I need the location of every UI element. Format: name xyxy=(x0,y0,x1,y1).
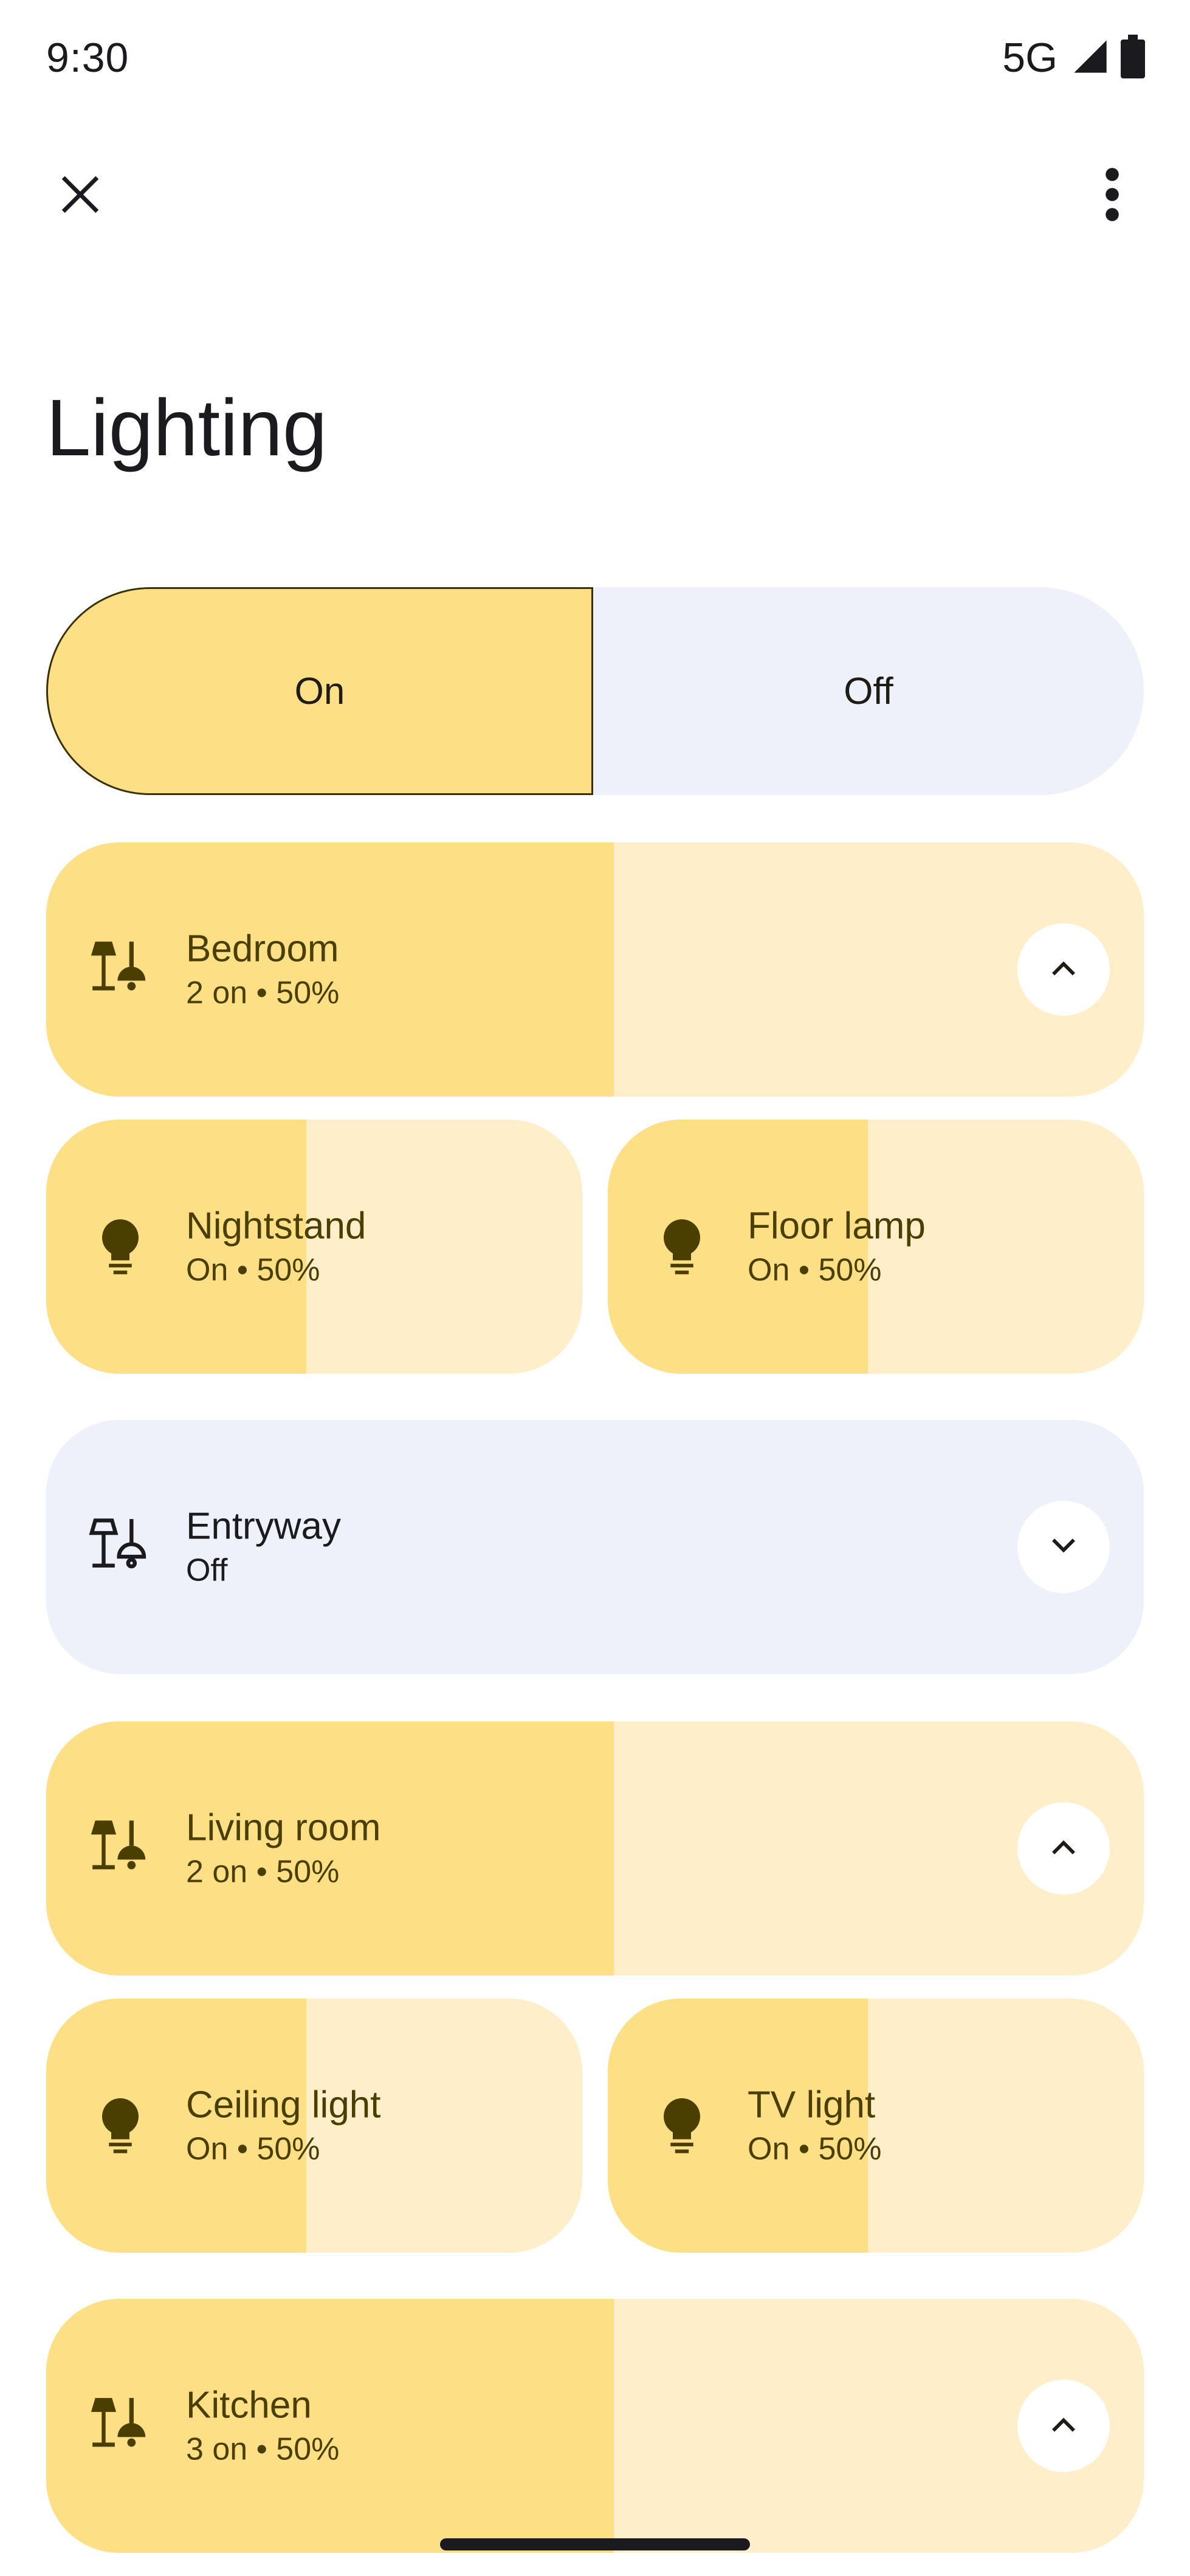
device-status: On • 50% xyxy=(748,1252,882,1287)
more-vert-icon xyxy=(1103,167,1121,225)
lightbulb-icon xyxy=(645,2089,718,2162)
signal-icon xyxy=(1071,37,1110,79)
more-options-button[interactable] xyxy=(1075,158,1150,233)
group-text: Living room 2 on • 50% xyxy=(186,1804,380,1892)
chevron-up-icon xyxy=(1046,2407,1081,2445)
all-on-button[interactable]: On xyxy=(46,587,593,795)
device-text: Floor lamp On • 50% xyxy=(748,1202,926,1290)
battery-icon xyxy=(1121,34,1145,81)
group-status: Off xyxy=(186,1552,228,1588)
device-name: Ceiling light xyxy=(186,2084,381,2126)
expand-toggle-kitchen[interactable] xyxy=(1017,2380,1110,2472)
group-text: Entryway Off xyxy=(186,1503,341,1591)
device-text: Ceiling light On • 50% xyxy=(186,2081,381,2169)
all-off-button[interactable]: Off xyxy=(593,587,1144,795)
device-tile-ceiling-light[interactable]: Ceiling light On • 50% xyxy=(46,1999,582,2253)
status-time: 9:30 xyxy=(46,35,129,81)
expand-toggle-entryway[interactable] xyxy=(1017,1501,1110,1593)
expand-toggle-living-room[interactable] xyxy=(1017,1802,1110,1895)
expand-toggle-bedroom[interactable] xyxy=(1017,923,1110,1016)
group-tile-bedroom[interactable]: Bedroom 2 on • 50% xyxy=(46,842,1144,1097)
lamps-icon xyxy=(84,2389,157,2462)
lighting-screen: 9:30 5G Lighting On Off Bedroom 2 on • 5… xyxy=(0,0,1190,2576)
lightbulb-icon xyxy=(84,2089,157,2162)
group-name: Entryway xyxy=(186,1505,341,1548)
gesture-navigation-bar[interactable] xyxy=(440,2538,750,2550)
group-text: Bedroom 2 on • 50% xyxy=(186,925,339,1013)
device-tile-nightstand[interactable]: Nightstand On • 50% xyxy=(46,1120,582,1374)
network-type: 5G xyxy=(1002,35,1058,81)
lamps-outline-icon xyxy=(84,1510,157,1583)
lamps-icon xyxy=(84,933,157,1006)
group-name: Living room xyxy=(186,1806,381,1849)
close-button[interactable] xyxy=(43,158,118,233)
device-status: On • 50% xyxy=(748,2130,882,2166)
device-text: Nightstand On • 50% xyxy=(186,1202,366,1290)
status-bar: 9:30 5G xyxy=(0,0,1190,109)
group-tile-entryway[interactable]: Entryway Off xyxy=(46,1420,1144,1674)
group-name: Bedroom xyxy=(186,928,339,970)
group-status: 2 on • 50% xyxy=(186,974,340,1010)
close-icon xyxy=(57,171,103,221)
device-status: On • 50% xyxy=(186,2130,320,2166)
device-name: Floor lamp xyxy=(748,1205,926,1247)
page-title: Lighting xyxy=(46,383,328,472)
group-status: 2 on • 50% xyxy=(186,1853,340,1889)
device-name: TV light xyxy=(748,2084,876,2126)
chevron-up-icon xyxy=(1046,951,1081,989)
chevron-up-icon xyxy=(1046,1830,1081,1868)
device-tile-tv-light[interactable]: TV light On • 50% xyxy=(608,1999,1144,2253)
lightbulb-icon xyxy=(645,1210,718,1283)
device-tile-floor-lamp[interactable]: Floor lamp On • 50% xyxy=(608,1120,1144,1374)
group-name: Kitchen xyxy=(186,2384,312,2426)
status-indicators: 5G xyxy=(1002,34,1145,81)
group-status: 3 on • 50% xyxy=(186,2431,340,2467)
lightbulb-icon xyxy=(84,1210,157,1283)
group-text: Kitchen 3 on • 50% xyxy=(186,2381,339,2470)
lamps-icon xyxy=(84,1812,157,1885)
chevron-down-icon xyxy=(1046,1528,1081,1566)
device-status: On • 50% xyxy=(186,1252,320,1287)
all-lights-toggle: On Off xyxy=(46,587,1144,795)
device-text: TV light On • 50% xyxy=(748,2081,882,2169)
group-tile-living-room[interactable]: Living room 2 on • 50% xyxy=(46,1721,1144,1975)
device-name: Nightstand xyxy=(186,1205,366,1247)
top-app-bar xyxy=(0,146,1190,243)
group-tile-kitchen[interactable]: Kitchen 3 on • 50% xyxy=(46,2299,1144,2553)
